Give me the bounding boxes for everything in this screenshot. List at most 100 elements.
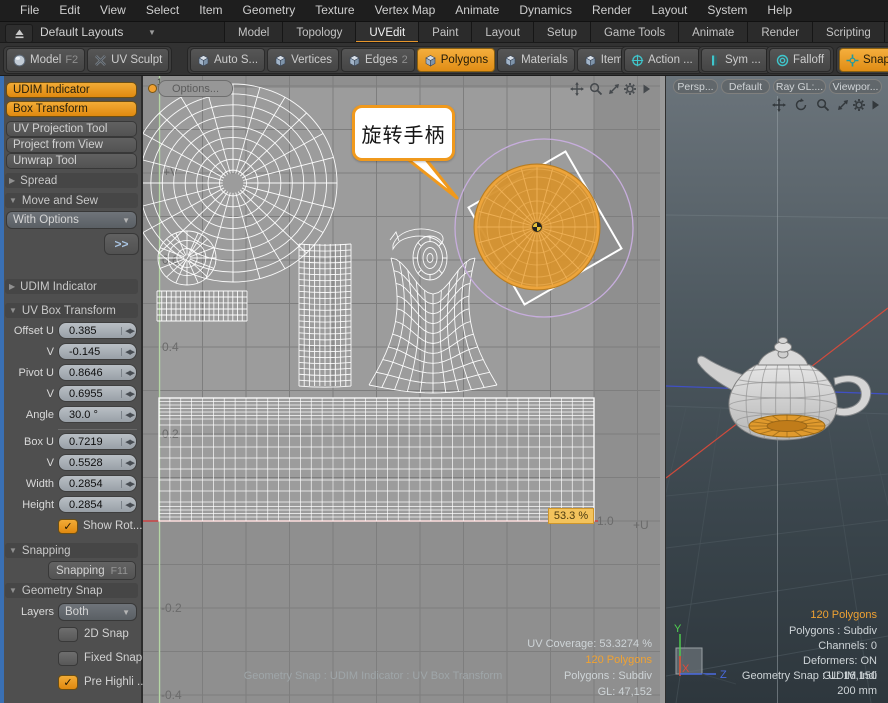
tab-render[interactable]: Render bbox=[747, 22, 812, 43]
maximize-icon[interactable] bbox=[836, 98, 850, 112]
zoom-icon[interactable] bbox=[589, 82, 603, 96]
menu-item[interactable]: Item bbox=[189, 0, 232, 21]
value-spinner[interactable]: ◀▶ bbox=[121, 411, 134, 419]
symmetry-button[interactable]: Sym ... bbox=[701, 48, 768, 72]
uv-projection-tool-button[interactable]: UV Projection Tool bbox=[6, 121, 137, 137]
uv-box-transform-section-header[interactable]: ▼ UV Box Transform bbox=[5, 303, 138, 318]
more-options-icon[interactable] bbox=[639, 82, 653, 96]
offset-u-field[interactable]: 0.385◀▶ bbox=[58, 322, 137, 339]
menu-view[interactable]: View bbox=[90, 0, 136, 21]
rotate-icon[interactable] bbox=[794, 98, 808, 112]
tab-schematic[interactable]: Schemat bbox=[884, 22, 888, 43]
default-shading-tab[interactable]: Default bbox=[721, 79, 770, 94]
spread-section-header[interactable]: ▶ Spread bbox=[5, 173, 138, 188]
menu-system[interactable]: System bbox=[697, 0, 757, 21]
polygons-button[interactable]: Polygons bbox=[417, 48, 495, 72]
height-field[interactable]: 0.2854◀▶ bbox=[58, 496, 137, 513]
menu-render[interactable]: Render bbox=[582, 0, 641, 21]
value-spinner[interactable]: ◀▶ bbox=[121, 480, 134, 488]
snapping-toggle-button[interactable]: Snapp bbox=[839, 48, 888, 72]
ray-gl-tab[interactable]: Ray GL:... bbox=[773, 79, 826, 94]
cube-icon bbox=[348, 54, 361, 67]
menu-texture[interactable]: Texture bbox=[305, 0, 364, 21]
value-spinner[interactable]: ◀▶ bbox=[121, 369, 134, 377]
tab-paint[interactable]: Paint bbox=[418, 22, 471, 43]
maximize-icon[interactable] bbox=[607, 82, 621, 96]
tab-animate[interactable]: Animate bbox=[678, 22, 747, 43]
value-spinner[interactable]: ◀▶ bbox=[121, 459, 134, 467]
snapping-section-header[interactable]: ▼ Snapping bbox=[5, 543, 138, 558]
sew-options-dropdown[interactable]: With Options▼ bbox=[6, 211, 137, 229]
collapsed-arrow-icon: ▶ bbox=[9, 282, 15, 291]
pan-icon[interactable] bbox=[772, 98, 786, 112]
2d-snap-checkbox[interactable]: ✓ bbox=[58, 627, 78, 642]
model-mode-button[interactable]: ModelF2 bbox=[6, 48, 85, 72]
pivot-u-field[interactable]: 0.8646◀▶ bbox=[58, 364, 137, 381]
gizmo-y-label: Y bbox=[674, 623, 682, 635]
value-spinner[interactable]: ◀▶ bbox=[121, 438, 134, 446]
menu-geometry[interactable]: Geometry bbox=[233, 0, 306, 21]
project-from-view-button[interactable]: Project from View bbox=[6, 137, 137, 153]
tab-layout[interactable]: Layout bbox=[471, 22, 533, 43]
tab-topology[interactable]: Topology bbox=[282, 22, 355, 43]
value-spinner[interactable]: ◀▶ bbox=[121, 348, 134, 356]
pivot-v-field[interactable]: 0.6955◀▶ bbox=[58, 385, 137, 402]
layers-dropdown[interactable]: Both▼ bbox=[58, 603, 137, 621]
menu-help[interactable]: Help bbox=[757, 0, 802, 21]
height-label: Height bbox=[0, 499, 54, 511]
tab-setup[interactable]: Setup bbox=[533, 22, 590, 43]
materials-button[interactable]: Materials bbox=[497, 48, 575, 72]
perspective-tab[interactable]: Persp... bbox=[673, 79, 718, 94]
box-u-field[interactable]: 0.7219◀▶ bbox=[58, 433, 137, 450]
show-rotation-checkbox[interactable]: ✓ bbox=[58, 519, 78, 534]
edges-button[interactable]: Edges2 bbox=[341, 48, 415, 72]
menu-vertex-map[interactable]: Vertex Map bbox=[365, 0, 446, 21]
move-and-sew-section-header[interactable]: ▼ Move and Sew bbox=[5, 193, 138, 208]
gear-icon[interactable] bbox=[623, 82, 637, 96]
zoom-icon[interactable] bbox=[816, 98, 830, 112]
tab-model[interactable]: Model bbox=[224, 22, 282, 43]
tab-uvedit[interactable]: UVEdit bbox=[355, 22, 418, 43]
viewport-tab[interactable]: Viewpor... bbox=[829, 79, 882, 94]
tab-game-tools[interactable]: Game Tools bbox=[590, 22, 678, 43]
unwrap-tool-button[interactable]: Unwrap Tool bbox=[6, 153, 137, 169]
snapping-enable-button[interactable]: SnappingF11 bbox=[48, 561, 136, 580]
vertices-button[interactable]: Vertices bbox=[267, 48, 339, 72]
expand-panel-button[interactable]: >> bbox=[104, 233, 139, 255]
udim-indicator-section-header[interactable]: ▶ UDIM Indicator bbox=[5, 279, 138, 294]
pan-icon[interactable] bbox=[570, 82, 584, 96]
selection-toolbar: ModelF2 UV Sculpt Auto S... Vertices Edg… bbox=[0, 42, 888, 76]
more-options-icon[interactable] bbox=[868, 98, 882, 112]
geometry-snap-section-header[interactable]: ▼ Geometry Snap bbox=[5, 583, 138, 598]
menu-edit[interactable]: Edit bbox=[49, 0, 90, 21]
uv-editor-viewport[interactable]: +V 0.6 0.4 0.2 -0.2 -0.4 1.0 +U 1 Option… bbox=[143, 76, 660, 703]
value-spinner[interactable]: ◀▶ bbox=[121, 390, 134, 398]
menu-layout[interactable]: Layout bbox=[641, 0, 697, 21]
pin-layout-button[interactable] bbox=[5, 24, 33, 43]
box-v-field[interactable]: 0.5528◀▶ bbox=[58, 454, 137, 471]
layout-selector[interactable]: Default Layouts bbox=[40, 25, 123, 39]
options-button[interactable]: Options... bbox=[158, 80, 233, 97]
offset-v-field[interactable]: -0.145◀▶ bbox=[58, 343, 137, 360]
menu-animate[interactable]: Animate bbox=[445, 0, 509, 21]
tab-scripting[interactable]: Scripting bbox=[812, 22, 884, 43]
pre-highlight-checkbox[interactable]: ✓ bbox=[58, 675, 78, 690]
uv-sculpt-button[interactable]: UV Sculpt bbox=[87, 48, 169, 72]
falloff-button[interactable]: Falloff bbox=[769, 48, 831, 72]
value-spinner[interactable]: ◀▶ bbox=[121, 327, 134, 335]
auto-select-button[interactable]: Auto S... bbox=[190, 48, 265, 72]
menu-file[interactable]: File bbox=[10, 0, 49, 21]
menu-bar: File Edit View Select Item Geometry Text… bbox=[0, 0, 888, 21]
box-transform-tool-button[interactable]: Box Transform bbox=[6, 101, 137, 117]
action-center-button[interactable]: Action ... bbox=[624, 48, 700, 72]
menu-dynamics[interactable]: Dynamics bbox=[509, 0, 582, 21]
panel-divider[interactable] bbox=[660, 76, 666, 703]
menu-select[interactable]: Select bbox=[136, 0, 189, 21]
gear-icon[interactable] bbox=[852, 98, 866, 112]
angle-field[interactable]: 30.0 °◀▶ bbox=[58, 406, 137, 423]
value-spinner[interactable]: ◀▶ bbox=[121, 501, 134, 509]
width-field[interactable]: 0.2854◀▶ bbox=[58, 475, 137, 492]
perspective-viewport[interactable]: Y X Z Persp... Default Ray GL:... Viewpo… bbox=[660, 76, 888, 703]
fixed-snap-checkbox[interactable]: ✓ bbox=[58, 651, 78, 666]
udim-indicator-tool-button[interactable]: UDIM Indicator bbox=[6, 82, 137, 98]
